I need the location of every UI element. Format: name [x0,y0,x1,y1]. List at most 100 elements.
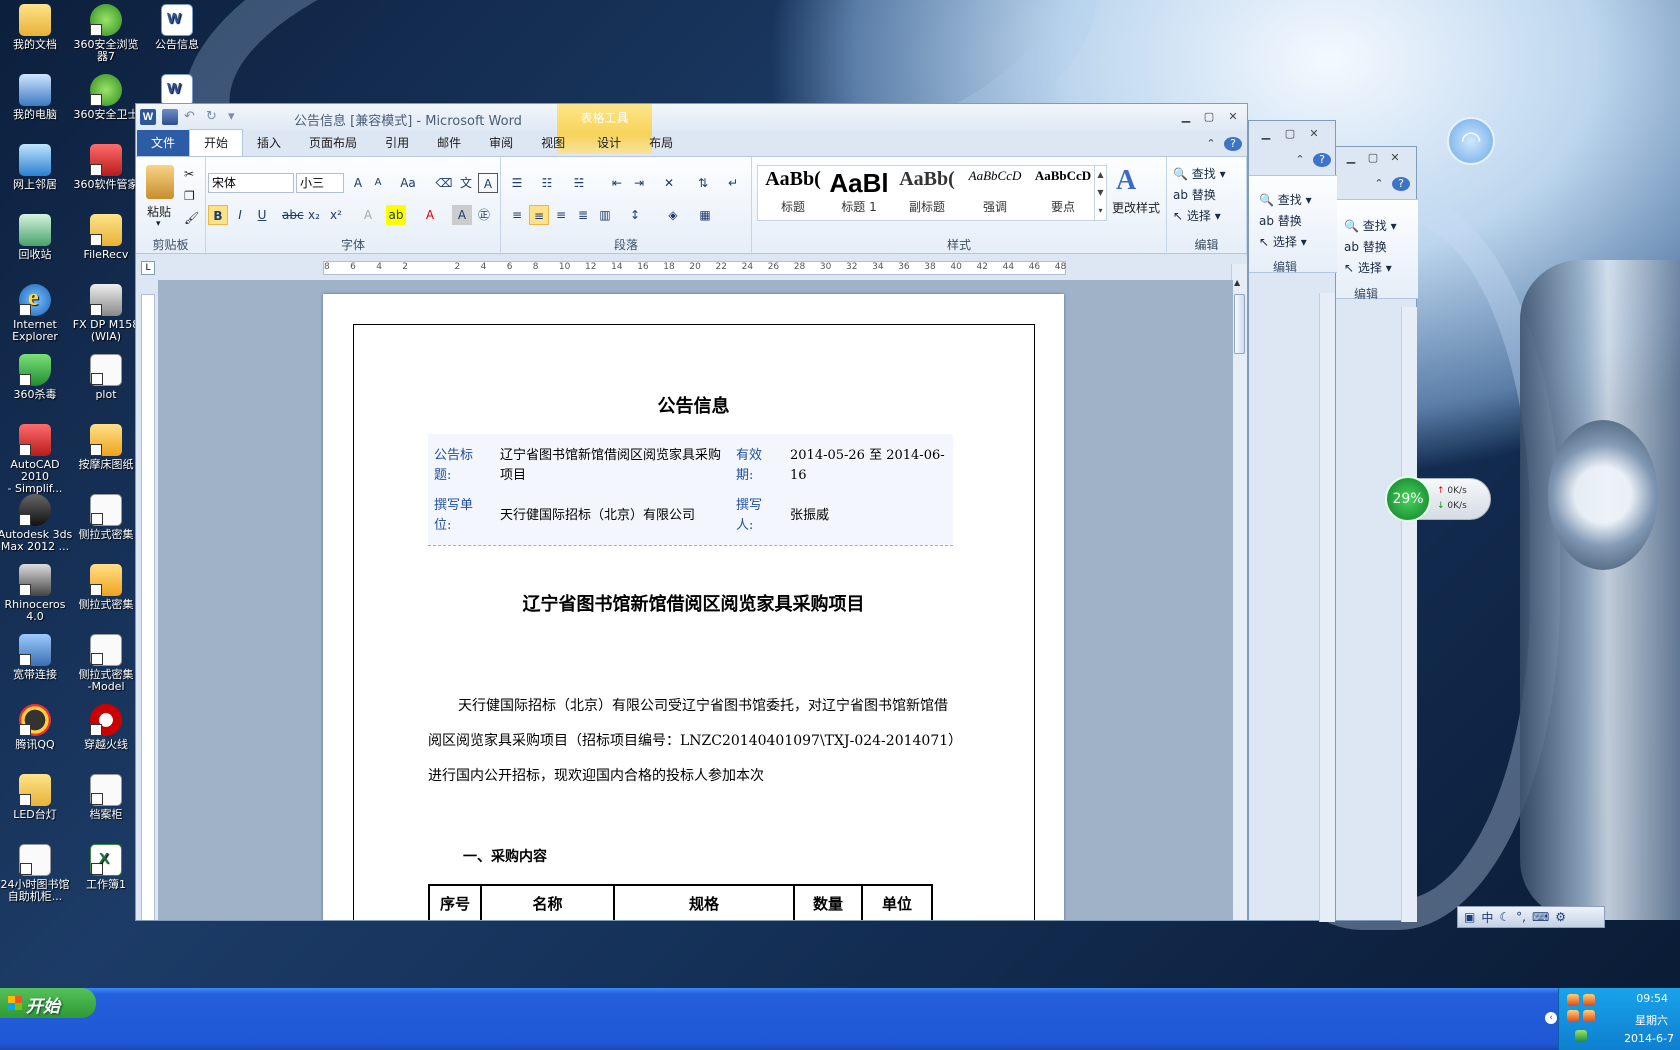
desktop-icon[interactable]: 穿越火线 [68,704,144,751]
close-icon[interactable]: ✕ [1386,151,1404,165]
copy-icon[interactable]: ❐ [184,189,195,203]
desktop-icon[interactable]: 腾讯QQ [0,704,73,751]
word-app-icon[interactable]: W [140,109,156,125]
tab-view[interactable]: 视图 [527,130,579,156]
desktop-icon[interactable]: Rhinoceros 4.0 [0,564,73,623]
format-painter-icon[interactable]: 🖌 [184,211,199,225]
font-color-icon[interactable]: A [420,205,440,225]
shrink-font-icon[interactable]: A [368,173,388,193]
maximize-icon[interactable]: ▢ [1364,151,1382,165]
grow-font-icon[interactable]: A [348,173,368,193]
desktop-icon[interactable]: 档案柜 [68,774,144,821]
desktop-icon[interactable]: 侧拉式密集 [68,564,144,611]
find-button[interactable]: 🔍 查找 ▾ [1344,217,1397,234]
desktop-icon[interactable]: Autodesk 3ds Max 2012 ... [0,494,73,553]
desktop-icon[interactable]: 360安全浏览 器7 [68,4,144,63]
highlight-icon[interactable]: ab [386,205,406,225]
chevron-up-icon[interactable]: ⌃ [1291,153,1309,167]
desktop-icon[interactable]: 我的电脑 [0,74,73,121]
desktop-icon[interactable]: plot [68,354,144,401]
scrollbar[interactable] [1401,307,1417,922]
redo-icon[interactable]: ↻ [206,109,222,125]
show-marks-icon[interactable]: ↵ [723,173,743,193]
desktop-icon[interactable]: FX DP M158 (WIA) [68,284,144,343]
qq-tray-icon[interactable] [1583,1010,1595,1022]
style-strong[interactable]: AaBbCcD 要点 [1030,168,1096,218]
tab-references[interactable]: 引用 [371,130,423,156]
vertical-scrollbar[interactable]: ▲ [1231,264,1247,920]
align-left-icon[interactable]: ≡ [507,205,527,225]
customize-qat-icon[interactable]: ▾ [228,109,244,125]
desktop-icon[interactable]: 360软件管家 [68,144,144,191]
align-center-icon[interactable]: ≡ [529,205,549,225]
sort-icon[interactable]: ⇅ [693,173,713,193]
tab-page-layout[interactable]: 页面布局 [295,130,371,156]
help-icon[interactable]: ? [1224,137,1242,151]
minimize-icon[interactable]: ▁ [1342,151,1360,165]
desktop-icon[interactable]: AutoCAD 2010 - Simplif... [0,424,73,495]
select-button[interactable]: ↖ 选择 ▾ [1173,207,1221,224]
save-icon[interactable] [162,109,178,125]
security-tray-icon[interactable] [1575,1030,1587,1042]
maximize-icon[interactable]: ▢ [1281,127,1299,141]
gallery-scroll[interactable]: ▲ ▼ ▾ [1094,166,1106,220]
distributed-icon[interactable]: ▥ [595,205,615,225]
tab-insert[interactable]: 插入 [243,130,295,156]
chinese-layout-icon[interactable]: ✕ [659,173,679,193]
text-effects-icon[interactable]: A [358,205,378,225]
paste-button[interactable]: 粘贴 [147,203,171,220]
cut-icon[interactable]: ✂ [184,167,194,181]
font-size-select[interactable]: 小三 [296,173,344,193]
qq-tray-icon[interactable] [1567,994,1579,1006]
tab-home[interactable]: 开始 [189,129,244,156]
increase-indent-icon[interactable]: ⇥ [629,173,649,193]
style-heading-1[interactable]: AaBl 标题 1 [826,168,892,218]
change-case-icon[interactable]: Aa [398,173,418,193]
help-icon[interactable]: ? [1392,177,1410,191]
word-window-background-2[interactable]: ▁ ▢ ✕ ⌃ ? 🔍 查找 ▾ ab 替换 ↖ 选择 ▾ 编辑 [1333,146,1418,922]
moon-icon[interactable]: ☾ [1499,910,1510,924]
char-border-icon[interactable]: A [478,173,498,193]
change-styles-button[interactable]: 更改样式 [1112,199,1160,216]
scroll-thumb[interactable] [1234,294,1245,354]
close-icon[interactable]: ✕ [1224,110,1242,124]
desktop-icon[interactable]: 宽带连接 [0,634,73,681]
minimize-icon[interactable]: ▁ [1257,127,1275,141]
desktop-icon[interactable]: 回收站 [0,214,73,261]
desktop-icon[interactable]: LED台灯 [0,774,73,821]
tab-layout[interactable]: 布局 [635,130,687,156]
word-window-background-1[interactable]: ▁ ▢ ✕ ⌃ ? 🔍 查找 ▾ ab 替换 ↖ 选择 ▾ 编辑 [1248,120,1337,922]
undo-icon[interactable]: ↶ [184,109,200,125]
multilevel-list-icon[interactable]: ☵ [569,173,589,193]
strikethrough-button[interactable]: abc [282,205,304,225]
scroll-up-icon[interactable]: ▲ [1234,278,1240,287]
desktop-icon[interactable]: 360安全卫士 [68,74,144,121]
find-button[interactable]: 🔍 查找 ▾ [1173,165,1226,182]
tray-expand-icon[interactable]: ‹ [1545,1012,1557,1024]
start-button[interactable]: 开始 [0,988,96,1018]
desktop-icon[interactable]: 24小时图书馆 自助机柜... [0,844,73,903]
clock-date[interactable]: 2014-6-7 [1624,1032,1674,1045]
vertical-ruler[interactable] [141,294,155,920]
desktop-icon[interactable]: 公告信息 [139,4,215,51]
minimize-icon[interactable]: ▁ [1177,110,1195,124]
qq-tray-icon[interactable] [1583,994,1595,1006]
tab-review[interactable]: 审阅 [475,130,527,156]
underline-button[interactable]: U [252,205,272,225]
bullets-icon[interactable]: ☰ [507,173,527,193]
ime-mode-label[interactable]: 中 [1481,909,1493,926]
desktop-icon[interactable]: FileRecv [68,214,144,261]
chevron-up-icon[interactable]: ⌃ [1370,177,1388,191]
replace-button[interactable]: ab 替换 [1344,238,1387,255]
select-button[interactable]: ↖ 选择 ▾ [1344,259,1392,276]
style-subtitle[interactable]: AaBb(副标题 [894,168,960,218]
style-heading[interactable]: AaBb(标题 [760,168,826,218]
desktop-icon[interactable]: Internet Explorer [0,284,73,343]
desktop-icon[interactable]: 网上邻居 [0,144,73,191]
desktop-icon[interactable]: 侧拉式密集 -Model [68,634,144,693]
document-page[interactable]: 公告信息 公告标题: 辽宁省图书馆新馆借阅区阅览家具采购项目 有效期: 2014… [323,294,1064,920]
change-styles-icon[interactable]: A [1116,165,1136,197]
chevron-down-icon[interactable]: ▾ [156,219,161,229]
justify-icon[interactable]: ≣ [573,205,593,225]
tab-selector-icon[interactable]: L [141,261,155,275]
